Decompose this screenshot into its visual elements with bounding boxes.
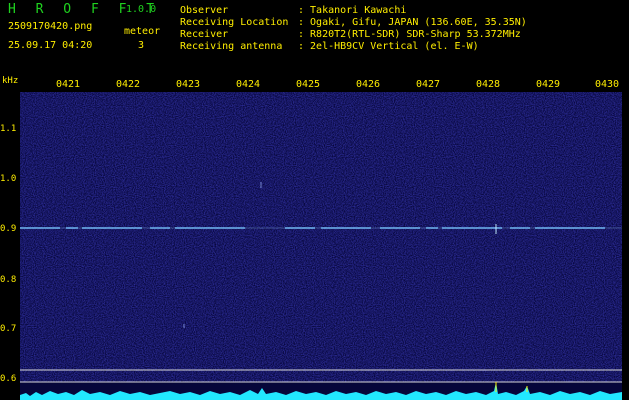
time-label: 0428	[475, 79, 501, 90]
time-label: 0427	[415, 79, 441, 90]
freq-label: 0.9	[0, 224, 17, 234]
header-panel: H R O F F T 1.0.0 2509170420.png 25.09.1…	[0, 0, 629, 74]
meteor-label: meteor	[124, 26, 161, 37]
time-label: 0424	[235, 79, 261, 90]
antenna-label: Receiving antenna	[180, 41, 283, 52]
time-label: 0421	[55, 79, 81, 90]
filename: 2509170420.png	[8, 21, 93, 32]
antenna-value: : 2el-HB9CV Vertical (el. E-W)	[298, 41, 479, 52]
freq-label: 0.8	[0, 275, 17, 285]
freq-label: 1.0	[0, 174, 17, 184]
receiver-label: Receiver	[180, 29, 229, 40]
observer-value: : Takanori Kawachi	[298, 5, 407, 16]
meteor-count: 3	[138, 40, 145, 51]
freq-label: 1.1	[0, 124, 17, 134]
time-label: 0426	[355, 79, 381, 90]
time-label: 0423	[175, 79, 201, 90]
app-version: 1.0.0	[126, 4, 157, 15]
receiver-value: : R820T2(RTL-SDR) SDR-Sharp 53.372MHz	[298, 29, 521, 40]
location-value: : Ogaki, Gifu, JAPAN (136.60E, 35.35N)	[298, 17, 527, 28]
time-label: 0422	[115, 79, 141, 90]
freq-label: 0.6	[0, 374, 17, 384]
time-label: 0425	[295, 79, 321, 90]
observer-label: Observer	[180, 5, 229, 16]
time-label: 0430	[594, 79, 620, 90]
spectrogram	[20, 92, 622, 400]
time-label: 0429	[535, 79, 561, 90]
time-axis: 0421 0422 0423 0424 0425 0426 0427 0428 …	[0, 79, 629, 93]
datetime: 25.09.17 04:20	[8, 40, 93, 51]
freq-label: 0.7	[0, 324, 17, 334]
spectrogram-noise	[20, 92, 622, 382]
location-label: Receiving Location	[180, 17, 289, 28]
